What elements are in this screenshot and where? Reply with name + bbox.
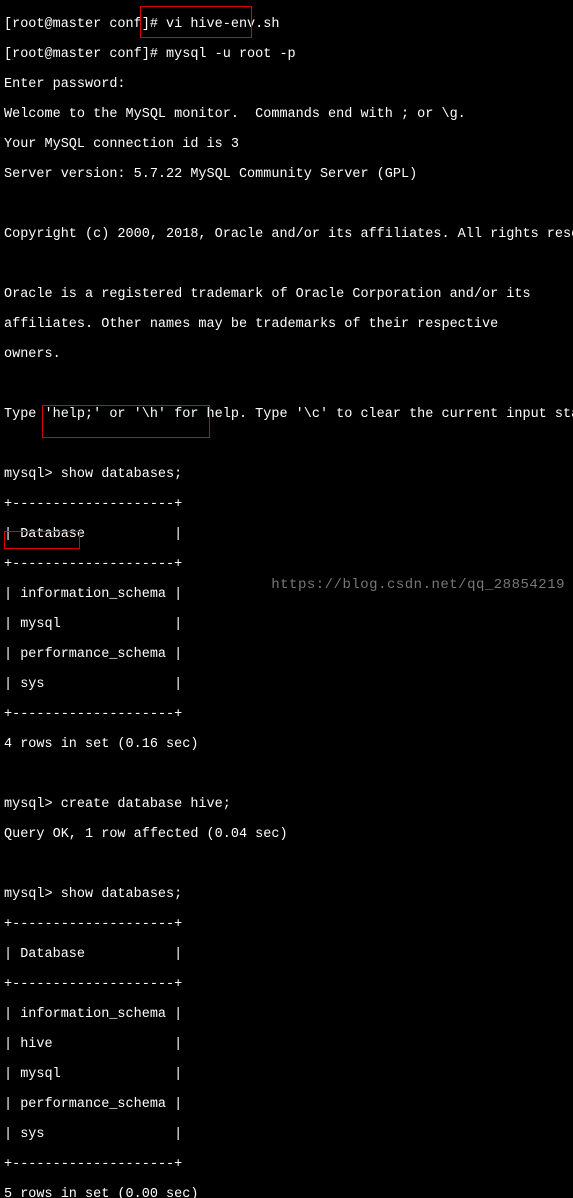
terminal-line: mysql> create database hive; [4, 797, 231, 812]
terminal-line: | mysql | [4, 617, 182, 632]
terminal-line: | performance_schema | [4, 1097, 182, 1112]
terminal-line: Server version: 5.7.22 MySQL Community S… [4, 167, 417, 182]
terminal-line: +--------------------+ [4, 917, 182, 932]
terminal-line: +--------------------+ [4, 707, 182, 722]
terminal-line: | information_schema | [4, 587, 182, 602]
terminal-line: 5 rows in set (0.00 sec) [4, 1187, 198, 1198]
terminal-line: 4 rows in set (0.16 sec) [4, 737, 198, 752]
terminal-line: | Database | [4, 527, 182, 542]
terminal-line: | sys | [4, 1127, 182, 1142]
terminal-line: | performance_schema | [4, 647, 182, 662]
terminal-line: [root@master conf]# mysql -u root -p [4, 47, 296, 62]
terminal-line: | information_schema | [4, 1007, 182, 1022]
terminal-line: Enter password: [4, 77, 126, 92]
terminal-line: owners. [4, 347, 61, 362]
terminal-line: Query OK, 1 row affected (0.04 sec) [4, 827, 288, 842]
terminal-line: Your MySQL connection id is 3 [4, 137, 239, 152]
terminal-line: +--------------------+ [4, 1157, 182, 1172]
terminal-line: affiliates. Other names may be trademark… [4, 317, 498, 332]
terminal-line: | sys | [4, 677, 182, 692]
terminal-line: +--------------------+ [4, 977, 182, 992]
terminal-line: Type 'help;' or '\h' for help. Type '\c'… [4, 407, 573, 422]
terminal-line: Welcome to the MySQL monitor. Commands e… [4, 107, 466, 122]
terminal-output[interactable]: [root@master conf]# vi hive-env.sh [root… [0, 0, 573, 1198]
terminal-line: mysql> show databases; [4, 887, 182, 902]
terminal-line: mysql> show databases; [4, 467, 182, 482]
terminal-line: | Database | [4, 947, 182, 962]
terminal-line: [root@master conf]# vi hive-env.sh [4, 17, 279, 32]
terminal-line: +--------------------+ [4, 557, 182, 572]
terminal-line: Copyright (c) 2000, 2018, Oracle and/or … [4, 227, 573, 242]
terminal-line: | mysql | [4, 1067, 182, 1082]
terminal-line: Oracle is a registered trademark of Orac… [4, 287, 531, 302]
terminal-line: | hive | [4, 1037, 182, 1052]
terminal-line: +--------------------+ [4, 497, 182, 512]
